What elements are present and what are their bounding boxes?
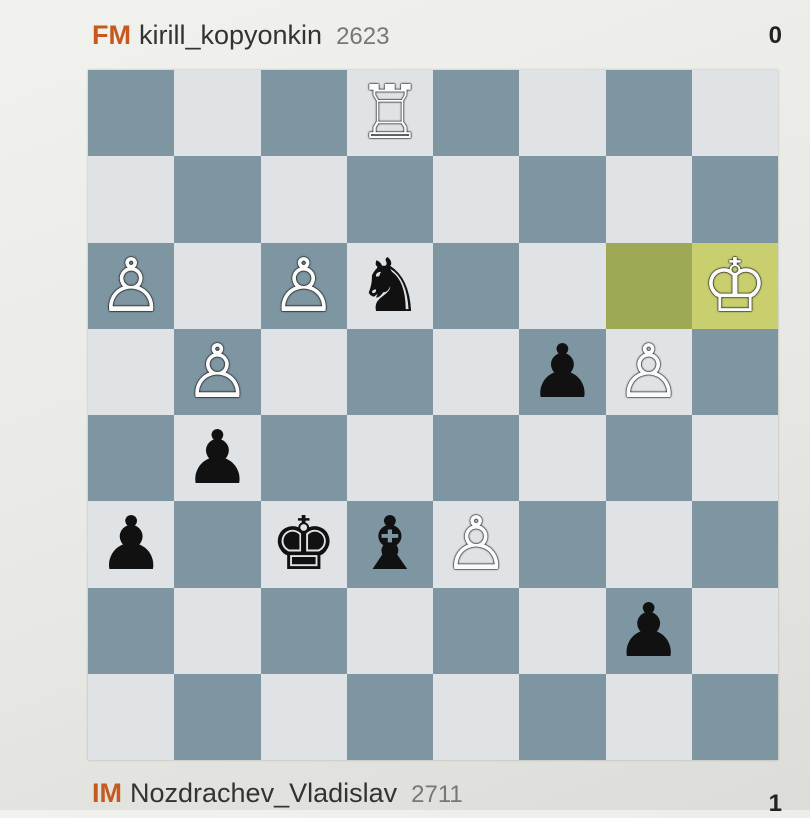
square-g2[interactable]: ♟ (605, 587, 692, 674)
square-b5[interactable]: ♙ (174, 328, 261, 415)
square-c3[interactable]: ♚ (260, 501, 347, 588)
square-a3[interactable]: ♟ (88, 501, 175, 588)
square-h5[interactable] (691, 328, 778, 415)
black-knight-icon[interactable]: ♞ (357, 249, 423, 323)
square-b7[interactable] (174, 156, 261, 243)
square-a4[interactable] (88, 415, 175, 502)
bottom-player-name[interactable]: Nozdrachev_Vladislav (130, 778, 397, 809)
square-g3[interactable] (605, 501, 692, 588)
square-c1[interactable] (260, 673, 347, 760)
square-f3[interactable] (519, 501, 606, 588)
square-d4[interactable] (346, 415, 433, 502)
square-h7[interactable] (691, 156, 778, 243)
white-pawn-icon[interactable]: ♙ (615, 335, 681, 409)
square-a1[interactable] (88, 673, 175, 760)
bottom-player-score: 1 (768, 790, 782, 817)
white-pawn-icon[interactable]: ♙ (184, 335, 250, 409)
square-c8[interactable] (260, 70, 347, 157)
square-e7[interactable] (433, 156, 520, 243)
square-d6[interactable]: ♞ (346, 242, 433, 329)
square-f8[interactable] (519, 70, 606, 157)
square-a5[interactable] (88, 328, 175, 415)
white-king-icon[interactable]: ♔ (702, 249, 768, 323)
square-d8[interactable]: ♖ (346, 70, 433, 157)
square-e4[interactable] (433, 415, 520, 502)
white-rook-icon[interactable]: ♖ (357, 76, 423, 150)
square-f2[interactable] (519, 587, 606, 674)
square-f6[interactable] (519, 242, 606, 329)
square-b3[interactable] (174, 501, 261, 588)
white-pawn-icon[interactable]: ♙ (270, 249, 336, 323)
square-h1[interactable] (691, 673, 778, 760)
square-g5[interactable]: ♙ (605, 328, 692, 415)
bottom-player-bar: IM Nozdrachev_Vladislav 2711 (92, 778, 463, 809)
square-f7[interactable] (519, 156, 606, 243)
top-player-rating: 2623 (336, 23, 390, 50)
square-d2[interactable] (346, 587, 433, 674)
square-h2[interactable] (691, 587, 778, 674)
top-player-title: FM (92, 20, 131, 50)
square-e6[interactable] (433, 242, 520, 329)
square-a2[interactable] (88, 587, 175, 674)
square-b8[interactable] (174, 70, 261, 157)
bottom-player-rating: 2711 (411, 781, 463, 808)
bottom-player-title: IM (92, 778, 122, 808)
square-b2[interactable] (174, 587, 261, 674)
square-d1[interactable] (346, 673, 433, 760)
square-d5[interactable] (346, 328, 433, 415)
square-e8[interactable] (433, 70, 520, 157)
square-d7[interactable] (346, 156, 433, 243)
square-a7[interactable] (88, 156, 175, 243)
square-d3[interactable]: ♝ (346, 501, 433, 588)
square-g7[interactable] (605, 156, 692, 243)
square-b4[interactable]: ♟ (174, 415, 261, 502)
square-h8[interactable] (691, 70, 778, 157)
black-king-icon[interactable]: ♚ (270, 507, 336, 581)
top-player-name[interactable]: kirill_kopyonkin (139, 20, 322, 51)
chess-board[interactable]: ♖ ♙ ♙ ♞ ♔ ♙ ♟ ♙ ♟ ♟ ♚ ♝ ♙ ♟ (88, 70, 778, 760)
square-f5[interactable]: ♟ (519, 328, 606, 415)
square-f4[interactable] (519, 415, 606, 502)
square-f1[interactable] (519, 673, 606, 760)
square-c7[interactable] (260, 156, 347, 243)
square-h4[interactable] (691, 415, 778, 502)
square-g4[interactable] (605, 415, 692, 502)
square-h3[interactable] (691, 501, 778, 588)
square-c4[interactable] (260, 415, 347, 502)
black-pawn-icon[interactable]: ♟ (615, 594, 681, 668)
square-g6[interactable] (605, 242, 692, 329)
square-e2[interactable] (433, 587, 520, 674)
square-c6[interactable]: ♙ (260, 242, 347, 329)
black-bishop-icon[interactable]: ♝ (357, 507, 423, 581)
top-player-bar: FM kirill_kopyonkin 2623 (92, 20, 389, 51)
square-e3[interactable]: ♙ (433, 501, 520, 588)
square-g8[interactable] (605, 70, 692, 157)
square-a6[interactable]: ♙ (88, 242, 175, 329)
square-a8[interactable] (88, 70, 175, 157)
square-e1[interactable] (433, 673, 520, 760)
top-player-score: 0 (768, 22, 782, 49)
square-b6[interactable] (174, 242, 261, 329)
square-e5[interactable] (433, 328, 520, 415)
square-b1[interactable] (174, 673, 261, 760)
square-c2[interactable] (260, 587, 347, 674)
square-g1[interactable] (605, 673, 692, 760)
square-h6[interactable]: ♔ (691, 242, 778, 329)
white-pawn-icon[interactable]: ♙ (98, 249, 164, 323)
white-pawn-icon[interactable]: ♙ (443, 507, 509, 581)
black-pawn-icon[interactable]: ♟ (529, 335, 595, 409)
black-pawn-icon[interactable]: ♟ (98, 507, 164, 581)
black-pawn-icon[interactable]: ♟ (184, 421, 250, 495)
square-c5[interactable] (260, 328, 347, 415)
